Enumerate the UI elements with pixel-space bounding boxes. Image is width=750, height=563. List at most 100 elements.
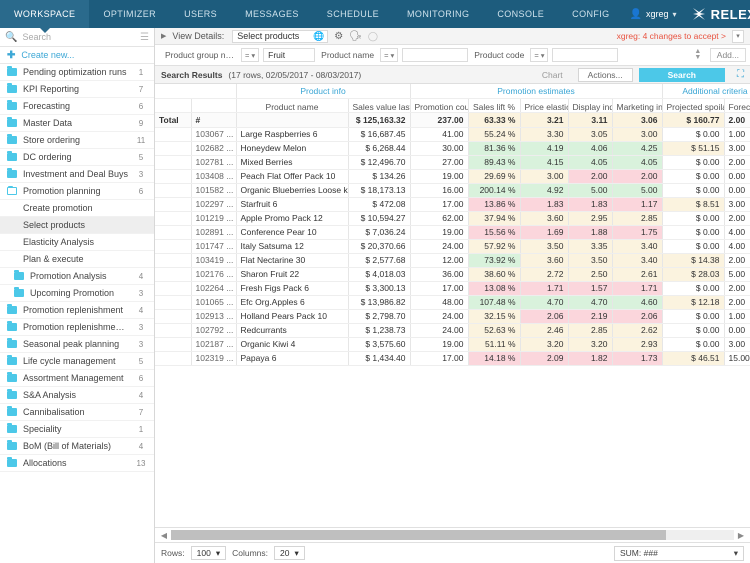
- scroll-left-arrow-icon[interactable]: ◀: [157, 531, 171, 540]
- sidebar-item-allocations[interactable]: Allocations13: [0, 455, 154, 472]
- sidebar-item-s-a-analysis[interactable]: S&A Analysis4: [0, 387, 154, 404]
- search-button[interactable]: Search: [639, 68, 725, 82]
- table-row[interactable]: 102891 ...Conference Pear 10$ 7,036.2419…: [155, 225, 750, 239]
- create-new-button[interactable]: ✚ Create new...: [0, 47, 154, 64]
- column-header[interactable]: [191, 98, 236, 112]
- sidebar-item-bom-bill-of-materials[interactable]: BoM (Bill of Materials)4: [0, 438, 154, 455]
- expand-arrow-icon[interactable]: ▶: [161, 32, 166, 40]
- column-group-header: Additional criteria: [662, 84, 750, 98]
- nav-tab-messages[interactable]: MESSAGES: [231, 0, 313, 28]
- chevron-down-icon: ▾: [673, 10, 677, 19]
- viewbar-chevron-down-icon[interactable]: ▾: [732, 30, 744, 43]
- table-row[interactable]: 102792 ...Redcurrants$ 1,238.7324.0052.6…: [155, 323, 750, 337]
- table-row[interactable]: 103419 ...Flat Nectarine 30$ 2,577.6812.…: [155, 253, 750, 267]
- sidebar-item-promotion-replenishment[interactable]: Promotion replenishment4: [0, 302, 154, 319]
- table-row[interactable]: 102913 ...Holland Pears Pack 10$ 2,798.7…: [155, 309, 750, 323]
- table-row[interactable]: 101065 ...Efc Org.Apples 6$ 13,986.8248.…: [155, 295, 750, 309]
- sidebar-item-label: Promotion replenishment: [23, 305, 129, 315]
- scroll-right-arrow-icon[interactable]: ▶: [734, 531, 748, 540]
- sidebar-item-dc-ordering[interactable]: DC ordering5: [0, 149, 154, 166]
- scrollbar-thumb[interactable]: [171, 530, 666, 540]
- sidebar-item-pending-optimization-runs[interactable]: Pending optimization runs1: [0, 64, 154, 81]
- table-row[interactable]: 102297 ...Starfruit 6$ 472.0817.0013.86 …: [155, 197, 750, 211]
- filter-operator-product-group[interactable]: =▾: [241, 48, 259, 62]
- sidebar-item-seasonal-peak-planning[interactable]: Seasonal peak planning3: [0, 336, 154, 353]
- sidebar-item-life-cycle-management[interactable]: Life cycle management5: [0, 353, 154, 370]
- table-row[interactable]: 102682 ...Honeydew Melon$ 6,268.4430.008…: [155, 141, 750, 155]
- table-row[interactable]: 102176 ...Sharon Fruit 22$ 4,018.0336.00…: [155, 267, 750, 281]
- table-row[interactable]: 103067 ...Large Raspberries 6$ 16,687.45…: [155, 127, 750, 141]
- nav-tab-optimizer[interactable]: OPTIMIZER: [89, 0, 170, 28]
- nav-tab-users[interactable]: USERS: [170, 0, 231, 28]
- nav-tab-monitoring[interactable]: MONITORING: [393, 0, 483, 28]
- add-filter-button[interactable]: Add...: [710, 48, 746, 62]
- cell-forecasted-supply: 2.00: [724, 155, 750, 169]
- column-header[interactable]: Sales lift %: [468, 98, 520, 112]
- sidebar-item-investment-and-deal-buys[interactable]: Investment and Deal Buys3: [0, 166, 154, 183]
- table-row[interactable]: 101747 ...Italy Satsuma 12$ 20,370.6624.…: [155, 239, 750, 253]
- horizontal-scrollbar[interactable]: ◀ ▶: [155, 527, 750, 542]
- fullscreen-icon[interactable]: ⛶: [737, 69, 744, 80]
- nav-tab-workspace[interactable]: WORKSPACE: [0, 0, 89, 28]
- table-row[interactable]: 101582 ...Organic Blueberries Loose kg$ …: [155, 183, 750, 197]
- nav-tab-config[interactable]: CONFIG: [558, 0, 623, 28]
- filter-operator-product-code[interactable]: =▾: [530, 48, 548, 62]
- nav-tab-schedule[interactable]: SCHEDULE: [313, 0, 393, 28]
- column-header[interactable]: Display index: [568, 98, 612, 112]
- sidebar-item-elasticity-analysis[interactable]: Elasticity Analysis: [0, 234, 154, 251]
- sidebar-item-plan-execute[interactable]: Plan & execute: [0, 251, 154, 268]
- table-total-row: Total#$ 125,163.32237.0063.33 %3.213.113…: [155, 112, 750, 127]
- gear-icon[interactable]: ⚙: [334, 31, 343, 42]
- sidebar-item-master-data[interactable]: Master Data9: [0, 115, 154, 132]
- user-menu[interactable]: 👤 xgreg ▾: [624, 0, 683, 28]
- rows-per-page-select[interactable]: 100 ▾: [191, 546, 226, 560]
- table-row[interactable]: 103408 ...Peach Flat Offer Pack 10$ 134.…: [155, 169, 750, 183]
- column-header[interactable]: Sales value last months: [348, 98, 410, 112]
- sidebar-item-speciality[interactable]: Speciality1: [0, 421, 154, 438]
- view-select[interactable]: Select products 🌐: [232, 30, 328, 43]
- sidebar-item-kpi-reporting[interactable]: KPI Reporting7: [0, 81, 154, 98]
- table-row[interactable]: 102187 ...Organic Kiwi 4$ 3,575.6019.005…: [155, 337, 750, 351]
- sidebar-item-upcoming-promotion[interactable]: Upcoming Promotion3: [0, 285, 154, 302]
- sidebar-item-promotion-replenishment-dcs[interactable]: Promotion replenishment (DCs)3: [0, 319, 154, 336]
- filter-operator-product-name[interactable]: =▾: [380, 48, 398, 62]
- column-header[interactable]: Projected spoilage next two weeks: [662, 98, 724, 112]
- columns-count-select[interactable]: 20 ▾: [274, 546, 305, 560]
- cell-code: 102187 ...: [191, 337, 236, 351]
- column-header[interactable]: Promotion count: [410, 98, 468, 112]
- filter-value-product-group[interactable]: Fruit: [263, 48, 315, 62]
- sidebar-item-promotion-planning[interactable]: Promotion planning6: [0, 183, 154, 200]
- cell-promotion-count: 48.00: [410, 295, 468, 309]
- actions-button[interactable]: Actions...: [578, 68, 633, 82]
- filter-spinner[interactable]: ▲ ▼: [692, 49, 704, 61]
- sidebar-item-promotion-analysis[interactable]: Promotion Analysis4: [0, 268, 154, 285]
- table-row[interactable]: 102781 ...Mixed Berries$ 12,496.7027.008…: [155, 155, 750, 169]
- cell-display-index: 2.85: [568, 323, 612, 337]
- nav-tab-console[interactable]: CONSOLE: [483, 0, 558, 28]
- column-header[interactable]: Marketing index: [612, 98, 662, 112]
- changes-to-accept-link[interactable]: xgreg: 4 changes to accept >: [617, 31, 726, 41]
- table-row[interactable]: 102319 ...Papaya 6$ 1,434.4017.0014.18 %…: [155, 351, 750, 365]
- sum-aggregation-select[interactable]: SUM: ### ▾: [614, 546, 744, 561]
- sidebar-item-store-ordering[interactable]: Store ordering11: [0, 132, 154, 149]
- sidebar-item-create-promotion[interactable]: Create promotion: [0, 200, 154, 217]
- table-row[interactable]: 102264 ...Fresh Figs Pack 6$ 3,300.1317.…: [155, 281, 750, 295]
- refresh-circle-icon[interactable]: ◯: [368, 31, 378, 42]
- table-row[interactable]: 101219 ...Apple Promo Pack 12$ 10,594.27…: [155, 211, 750, 225]
- chart-button[interactable]: Chart: [533, 68, 572, 82]
- filter-icon[interactable]: ☰: [140, 32, 149, 43]
- sidebar-item-select-products[interactable]: Select products: [0, 217, 154, 234]
- sidebar-item-forecasting[interactable]: Forecasting6: [0, 98, 154, 115]
- filter-value-product-name[interactable]: [402, 48, 468, 62]
- column-header[interactable]: Product name: [236, 98, 348, 112]
- scrollbar-track[interactable]: [171, 530, 734, 540]
- filter-value-product-code[interactable]: [552, 48, 618, 62]
- sidebar-item-assortment-management[interactable]: Assortment Management6: [0, 370, 154, 387]
- cell-forecasted-supply: 5.00: [724, 267, 750, 281]
- column-header[interactable]: [155, 98, 191, 112]
- sidebar-search[interactable]: 🔍 Search ☰: [0, 28, 154, 47]
- comment-icon[interactable]: 🗣: [349, 31, 362, 42]
- sidebar-item-cannibalisation[interactable]: Cannibalisation7: [0, 404, 154, 421]
- column-header[interactable]: Price elasticy index: [520, 98, 568, 112]
- column-header[interactable]: Forecasted supply (days): [724, 98, 750, 112]
